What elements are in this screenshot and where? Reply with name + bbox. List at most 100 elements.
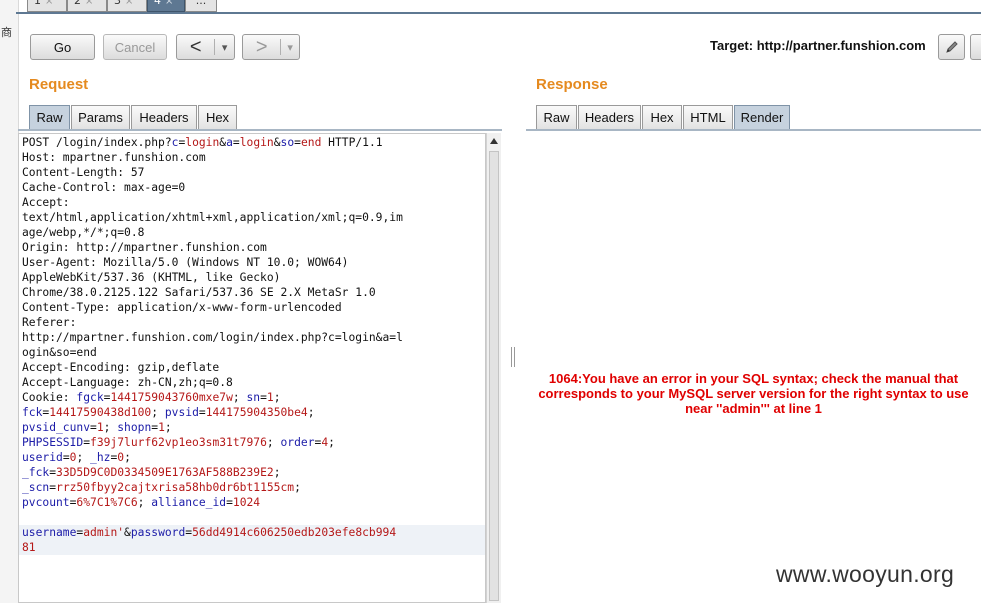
request-line: username=admin'&password=56dd4914c606250… <box>22 525 396 540</box>
request-line: User-Agent: Mozilla/5.0 (Windows NT 10.0… <box>22 255 348 270</box>
request-editor[interactable]: POST /login/index.php?c=login&a=login&so… <box>18 133 486 603</box>
request-line: age/webp,*/*;q=0.8 <box>22 225 144 240</box>
request-line: http://mpartner.funshion.com/login/index… <box>22 330 403 345</box>
request-text: POST /login/index.php? <box>22 136 172 149</box>
request-text: AppleWebKit/537.36 (KHTML, like Gecko) <box>22 271 281 284</box>
tab-label: 4 <box>154 0 161 7</box>
param-value: end <box>300 136 322 149</box>
request-tab-params[interactable]: Params <box>71 105 130 129</box>
request-line: userid=0; _hz=0; <box>22 450 131 465</box>
param-value: 1441759043760mxe7w <box>110 391 233 404</box>
request-line: Cookie: fgck=1441759043760mxe7w; sn=1; <box>22 390 281 405</box>
request-tab-raw[interactable]: Raw <box>29 105 70 129</box>
tab-label: 3 <box>114 0 121 7</box>
request-text: Cookie: <box>22 391 77 404</box>
request-text: User-Agent: Mozilla/5.0 (Windows NT 10.0… <box>22 256 349 269</box>
param-name: password <box>130 526 186 539</box>
response-tab-hex[interactable]: Hex <box>642 105 682 129</box>
close-icon[interactable]: × <box>165 0 173 7</box>
tab-3[interactable]: 3 × <box>107 0 147 12</box>
param-value: 56dd4914c606250edb203efe8cb994 <box>192 526 397 539</box>
error-line: corresponds to your MySQL server version… <box>538 386 969 401</box>
left-strip-text: 商 <box>1 27 12 39</box>
request-text: = <box>294 136 301 149</box>
request-line: Content-Type: application/x-www-form-url… <box>22 300 342 315</box>
request-text: ; <box>294 481 301 494</box>
tab-label: 2 <box>74 0 81 7</box>
request-text: ; <box>76 451 91 464</box>
request-text: Referer: <box>22 316 77 329</box>
close-icon[interactable]: × <box>125 0 133 7</box>
response-tab-render[interactable]: Render <box>734 105 790 129</box>
tab-1[interactable]: 1 × <box>27 0 67 12</box>
param-name: sn <box>246 391 261 404</box>
request-tab-hex[interactable]: Hex <box>198 105 237 129</box>
request-text: ; <box>328 436 335 449</box>
request-line: AppleWebKit/537.36 (KHTML, like Gecko) <box>22 270 280 285</box>
request-text: ; <box>164 421 172 434</box>
request-line: pvcount=6%7C1%7C6; alliance_id=1024 <box>22 495 260 510</box>
request-text: = <box>62 451 70 464</box>
request-text: & <box>273 136 281 149</box>
request-text: ; <box>273 391 281 404</box>
request-line: Chrome/38.0.2125.122 Safari/537.36 SE 2.… <box>22 285 376 300</box>
param-name: _fck <box>22 466 50 479</box>
target-label: Target: http://partner.funshion.com <box>710 38 926 53</box>
request-text: & <box>124 526 131 539</box>
request-text: text/html,application/xhtml+xml,applicat… <box>22 211 403 224</box>
response-tab-raw[interactable]: Raw <box>536 105 577 129</box>
request-text: ; <box>137 496 152 509</box>
request-text: = <box>198 406 206 419</box>
request-text: = <box>232 136 240 149</box>
request-text: ; <box>232 391 247 404</box>
close-icon[interactable]: × <box>45 0 53 7</box>
request-text: = <box>49 466 57 479</box>
param-name: pvsid <box>164 406 199 419</box>
response-tab-headers[interactable]: Headers <box>578 105 641 129</box>
request-line: fck=14417590438d100; pvsid=144175904350b… <box>22 405 315 420</box>
chevron-down-icon[interactable]: ▾ <box>215 35 234 59</box>
request-text: Cache-Control: max-age=0 <box>22 181 186 194</box>
param-value: 6%7C1%7C6 <box>76 496 138 509</box>
request-text: Accept-Language: zh-CN,zh;q=0.8 <box>22 376 233 389</box>
help-button[interactable] <box>970 34 981 60</box>
request-line: Content-Length: 57 <box>22 165 144 180</box>
request-line: Origin: http://mpartner.funshion.com <box>22 240 267 255</box>
request-line: POST /login/index.php?c=login&a=login&so… <box>22 135 383 150</box>
sql-error-message: 1064:You have an error in your SQL synta… <box>526 371 981 416</box>
request-text: ; <box>307 406 315 419</box>
tab-2[interactable]: 2 × <box>67 0 107 12</box>
param-name: fgck <box>76 391 104 404</box>
scrollbar-thumb[interactable] <box>489 151 499 601</box>
request-line: Accept-Encoding: gzip,deflate <box>22 360 219 375</box>
go-button[interactable]: Go <box>30 34 95 60</box>
request-line: _fck=33D5D9C0D0334509E1763AF588B239E2; <box>22 465 281 480</box>
tab-label: 1 <box>34 0 41 7</box>
tab-4[interactable]: 4 × <box>147 0 185 12</box>
request-tab-headers[interactable]: Headers <box>131 105 197 129</box>
request-text: ; <box>103 421 118 434</box>
left-panel-strip: 商 <box>0 0 19 603</box>
param-name: so <box>280 136 295 149</box>
request-text: Content-Type: application/x-www-form-url… <box>22 301 342 314</box>
param-name: _hz <box>90 451 111 464</box>
param-value: rrz50fbyy2cajtxrisa58hb0dr6bt1155cm <box>56 481 295 494</box>
request-text: http://mpartner.funshion.com/login/index… <box>22 331 403 344</box>
request-scrollbar[interactable] <box>486 133 501 603</box>
close-icon[interactable]: × <box>85 0 93 7</box>
request-line: Accept-Language: zh-CN,zh;q=0.8 <box>22 375 233 390</box>
tab-more[interactable]: ... <box>185 0 217 12</box>
chevron-down-icon[interactable]: ▾ <box>281 35 299 59</box>
cancel-button[interactable]: Cancel <box>103 34 167 60</box>
param-value: 1024 <box>232 496 261 509</box>
split-pane-divider[interactable] <box>511 347 515 367</box>
forward-button[interactable]: > ▾ <box>242 34 300 60</box>
tab-label: ... <box>195 0 207 7</box>
scroll-up-icon[interactable] <box>489 136 499 146</box>
param-name: alliance_id <box>151 496 227 509</box>
request-text: ; <box>273 466 281 479</box>
edit-target-button[interactable] <box>938 34 965 60</box>
param-value: 14417590438d100 <box>49 406 152 419</box>
response-tab-html[interactable]: HTML <box>683 105 733 129</box>
back-button[interactable]: < ▾ <box>176 34 235 60</box>
